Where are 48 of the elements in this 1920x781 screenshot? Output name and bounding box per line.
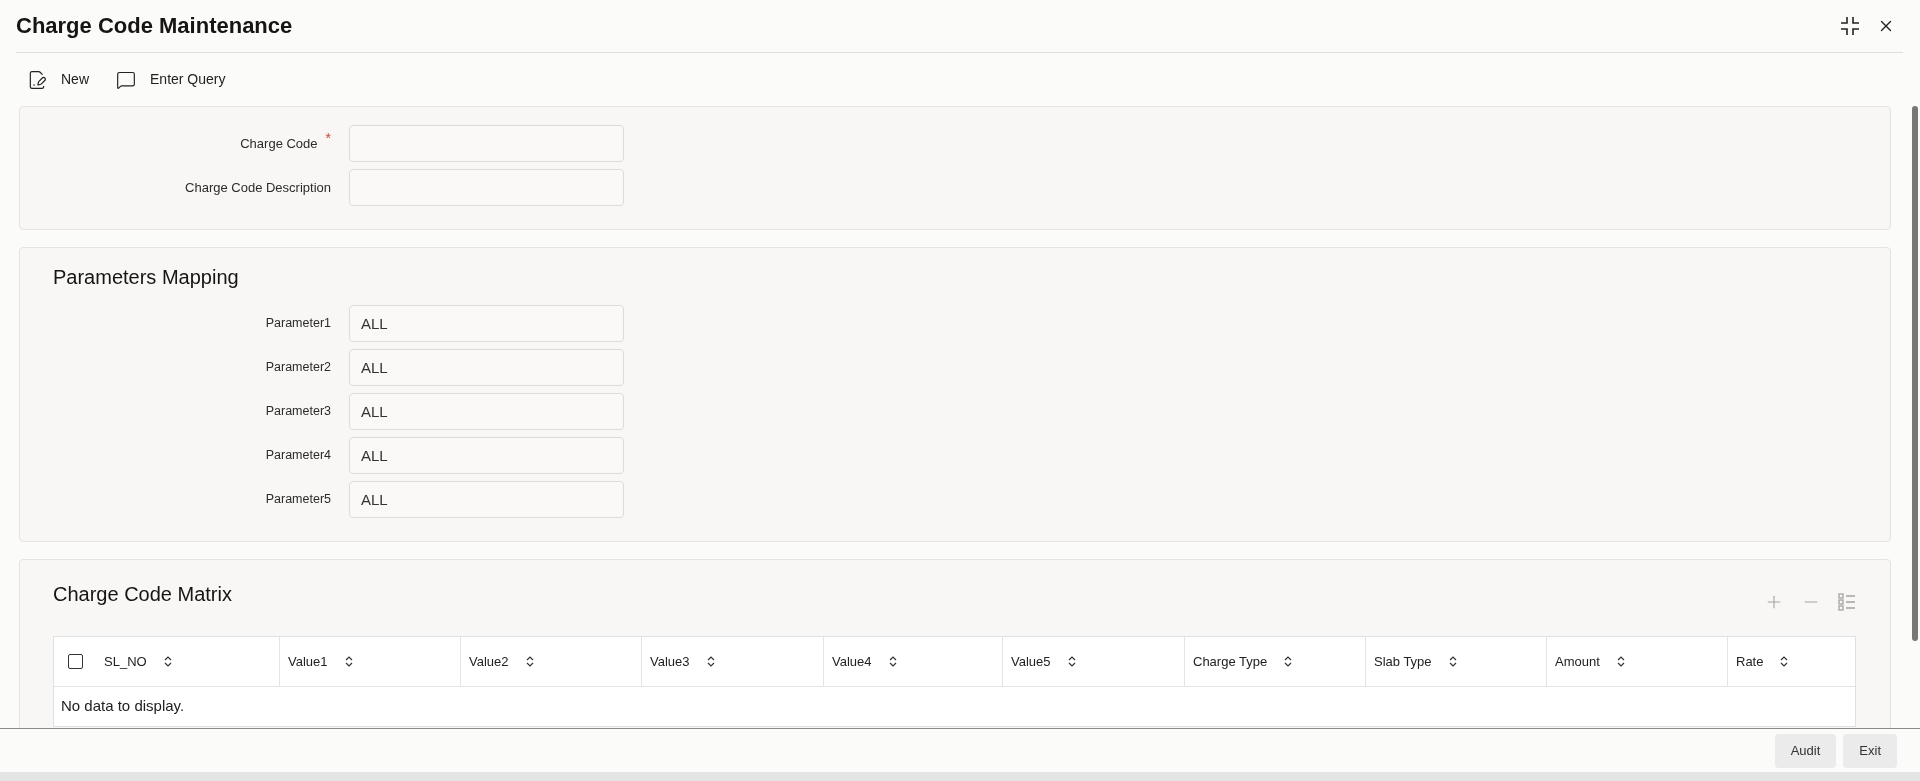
- sort-icon: [1448, 656, 1457, 667]
- column-header[interactable]: Value4: [823, 637, 1002, 686]
- speech-bubble-icon: [116, 69, 136, 90]
- input-field[interactable]: [349, 169, 624, 206]
- sort-icon: [525, 656, 534, 667]
- input-field[interactable]: ALL: [349, 437, 624, 474]
- new-button[interactable]: New: [27, 69, 89, 90]
- sort-icon: [1067, 656, 1076, 667]
- column-header[interactable]: Value3: [641, 637, 823, 686]
- sort-icon: [163, 656, 172, 667]
- collapse-icon[interactable]: [1840, 16, 1860, 36]
- field-label: Charge Code Description: [185, 178, 331, 197]
- enter-query-button[interactable]: Enter Query: [116, 69, 226, 90]
- input-field[interactable]: ALL: [349, 305, 624, 342]
- column-header[interactable]: SL_NO: [97, 637, 279, 686]
- exit-button[interactable]: Exit: [1843, 733, 1897, 768]
- sort-icon: [1780, 656, 1789, 667]
- input-field[interactable]: [349, 125, 624, 162]
- field-label: Parameter5: [265, 491, 331, 509]
- sort-icon: [1284, 656, 1293, 667]
- field-label: Parameter2: [265, 359, 331, 377]
- input-field[interactable]: ALL: [349, 481, 624, 518]
- input-field[interactable]: ALL: [349, 393, 624, 430]
- input-field[interactable]: ALL: [349, 349, 624, 386]
- required-marker: *: [325, 129, 331, 148]
- window-title: Charge Code Maintenance: [16, 12, 293, 40]
- column-header[interactable]: Value5: [1002, 637, 1184, 686]
- sort-icon: [706, 656, 715, 667]
- scrollbar-thumb[interactable]: [1912, 106, 1918, 641]
- sort-icon: [1616, 656, 1625, 667]
- field-label: Parameter1: [265, 315, 331, 333]
- column-header[interactable]: Value2: [460, 637, 641, 686]
- column-header[interactable]: Rate: [1727, 637, 1855, 686]
- column-header[interactable]: Slab Type: [1365, 637, 1546, 686]
- field-label: Charge Code: [240, 134, 318, 153]
- column-header[interactable]: Value1: [279, 637, 460, 686]
- column-header[interactable]: Amount: [1546, 637, 1727, 686]
- sort-icon: [344, 656, 353, 667]
- audit-button[interactable]: Audit: [1774, 733, 1837, 768]
- section-title: Parameters Mapping: [53, 265, 239, 289]
- field-label: Parameter3: [265, 403, 331, 421]
- empty-message: No data to display.: [61, 696, 185, 717]
- field-label: Parameter4: [265, 447, 331, 465]
- sort-icon: [888, 656, 897, 667]
- document-pen-icon: [27, 69, 47, 90]
- select-all-checkbox[interactable]: [68, 654, 83, 669]
- section-title: Charge Code Matrix: [53, 582, 232, 606]
- column-header[interactable]: Charge Type: [1184, 637, 1365, 686]
